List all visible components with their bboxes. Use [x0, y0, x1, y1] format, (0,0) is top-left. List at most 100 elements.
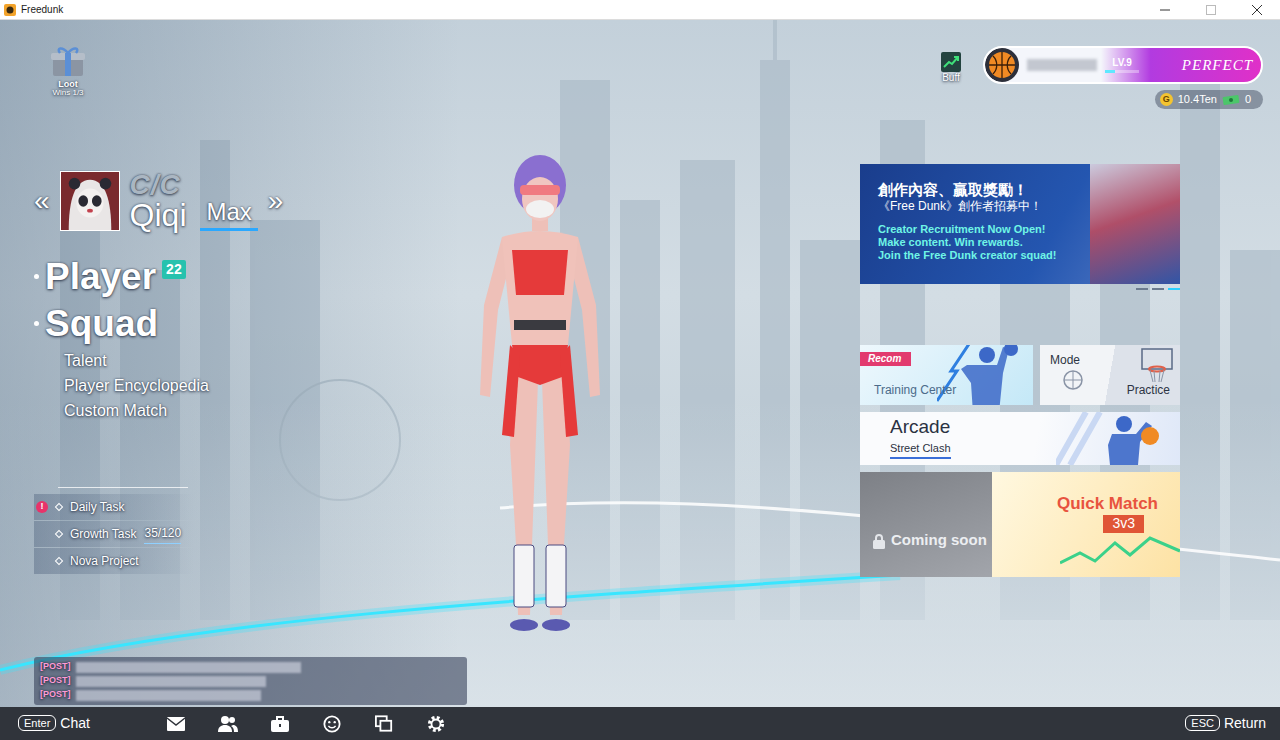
banner-subline: 《Free Dunk》創作者招募中！ [878, 199, 1086, 215]
chat-line: [POST] [40, 675, 461, 687]
redacted-message [76, 690, 261, 701]
main-menu: Player22Squad Talent Player Encyclopedia Cu… [34, 253, 440, 423]
next-character-button[interactable]: » [268, 187, 284, 215]
pager-dot[interactable] [1136, 288, 1148, 290]
banner-pager [860, 288, 1180, 290]
practice-card[interactable]: ModePractice [1040, 345, 1180, 405]
task-item[interactable]: Growth Task 35/120 [34, 521, 194, 547]
diamond-icon [55, 502, 63, 510]
buff-chart-icon [941, 52, 961, 72]
previous-character-button[interactable]: « [34, 187, 50, 215]
friends-icon[interactable] [218, 715, 238, 733]
hud-top: Buff LV.9 PERFECT [860, 46, 1263, 84]
tier-selector[interactable]: Max [200, 199, 257, 230]
currency-bar: G10.4Ten0 [1155, 90, 1263, 109]
menu-item[interactable]: Talent [34, 348, 440, 373]
banner-artwork [1090, 164, 1180, 284]
menu-item[interactable]: Squad [34, 300, 440, 347]
esc-key: ESC [1185, 715, 1220, 731]
menu-item[interactable]: Player Encyclopedia [34, 373, 440, 398]
return-button[interactable]: ESCReturn [1185, 715, 1266, 732]
left-panel: LootWins 1/3«C/CQiqiMax»Player22SquadTal… [0, 20, 440, 707]
menu-label: Squad [45, 300, 158, 347]
menu-item[interactable]: Player22 [34, 253, 440, 300]
player-level-bar[interactable]: LV.9 PERFECT [983, 46, 1263, 84]
basketball-icon [1062, 369, 1084, 391]
redacted-message [76, 676, 266, 687]
menu-label: Player Encyclopedia [64, 377, 209, 394]
return-label: Return [1224, 715, 1266, 732]
task-item[interactable]: Nova Project [34, 548, 194, 574]
arcade-card[interactable]: ArcadeStreet Clash [860, 412, 1180, 465]
maximize-icon[interactable] [1188, 0, 1234, 19]
chat-button[interactable]: EnterChat [18, 715, 90, 732]
mode-size-tag: 3v3 [1103, 515, 1144, 533]
gear-icon[interactable] [426, 715, 446, 733]
chat-channel: [POST] [40, 662, 71, 672]
loot-label: Loot [58, 80, 78, 89]
currency-amount: 0 [1245, 91, 1251, 108]
emoji-icon[interactable] [322, 715, 342, 733]
zigzag-icon [1060, 533, 1180, 573]
creator-banner[interactable]: 創作內容、贏取獎勵！《Free Dunk》創作者招募中！ Creator Recr… [860, 164, 1180, 284]
minimize-icon[interactable] [1142, 0, 1188, 19]
card-title: Coming soon [891, 532, 987, 549]
menu-label: Talent [64, 352, 107, 369]
task-list: !Daily Task Growth Task 35/120 Nova Project [34, 487, 440, 575]
card-subtitle: Street Clash [890, 440, 951, 460]
training-center-card[interactable]: RecomTraining Center [860, 345, 1033, 405]
shortcut-icons [166, 715, 446, 733]
recommend-tag: Recom [860, 352, 911, 366]
lock-icon [872, 533, 886, 549]
rank-label: PERFECT [1182, 54, 1253, 77]
close-icon[interactable] [1234, 0, 1280, 19]
character-avatar-icon[interactable] [60, 171, 120, 231]
banner-line: Make content. Win rewards. [878, 236, 1086, 249]
bottom-bar: EnterChat ESCReturn [0, 707, 1280, 740]
loot-progress: Wins 1/3 [52, 89, 83, 97]
mode-row: ArcadeStreet Clash [860, 412, 1180, 465]
menu-label: Player [45, 253, 156, 300]
card-title: Quick Match [1057, 494, 1158, 514]
bag-icon[interactable] [270, 715, 290, 733]
task-progress: 35/120 [144, 524, 181, 544]
buff-button[interactable]: Buff [941, 52, 961, 84]
menu-item[interactable]: Custom Match [34, 398, 440, 423]
banner-line: Creator Recruitment Now Open! [878, 223, 1086, 236]
diamond-icon [55, 556, 63, 564]
basketball-icon [985, 48, 1019, 82]
pager-dot[interactable] [1168, 288, 1180, 290]
mode-list: RecomTraining CenterModePractice ArcadeSt… [860, 345, 1180, 577]
pager-dot[interactable] [1152, 288, 1164, 290]
loot-button[interactable]: LootWins 1/3 [40, 46, 96, 98]
banner-headline: 創作內容、贏取獎勵！ [878, 180, 1086, 200]
mode-row: RecomTraining CenterModePractice [860, 345, 1180, 405]
windows-icon[interactable] [374, 715, 394, 733]
character-grade: C/C [130, 171, 187, 199]
banner-line: Join the Free Dunk creator squad! [878, 249, 1086, 262]
buff-label: Buff [942, 72, 960, 84]
level-box: LV.9 [1105, 57, 1139, 73]
alert-badge: ! [36, 501, 48, 513]
task-label: Growth Task [70, 525, 136, 543]
window-title: Freedunk [21, 4, 63, 15]
diamond-icon [55, 529, 63, 537]
alert-slot: ! [34, 501, 50, 513]
card-title: Arcade [890, 417, 1180, 438]
menu-bullet [34, 274, 39, 279]
quick-match-card[interactable]: Quick Match3v3 [992, 472, 1180, 577]
exp-fill [1105, 70, 1115, 73]
loot-box-icon [50, 46, 86, 78]
enter-key: Enter [18, 715, 56, 731]
title-bar: Freedunk [0, 0, 1280, 20]
window-controls [1142, 0, 1280, 19]
level-label: LV.9 [1112, 57, 1131, 68]
redacted-player-name [1027, 59, 1097, 71]
app-icon [4, 4, 16, 16]
chat-box: [POST][POST][POST] [34, 657, 467, 705]
chat-line: [POST] [40, 661, 461, 673]
divider [58, 487, 188, 488]
mail-icon[interactable] [166, 715, 186, 733]
task-item[interactable]: !Daily Task [34, 494, 194, 520]
card-title: Practice [1127, 381, 1170, 399]
